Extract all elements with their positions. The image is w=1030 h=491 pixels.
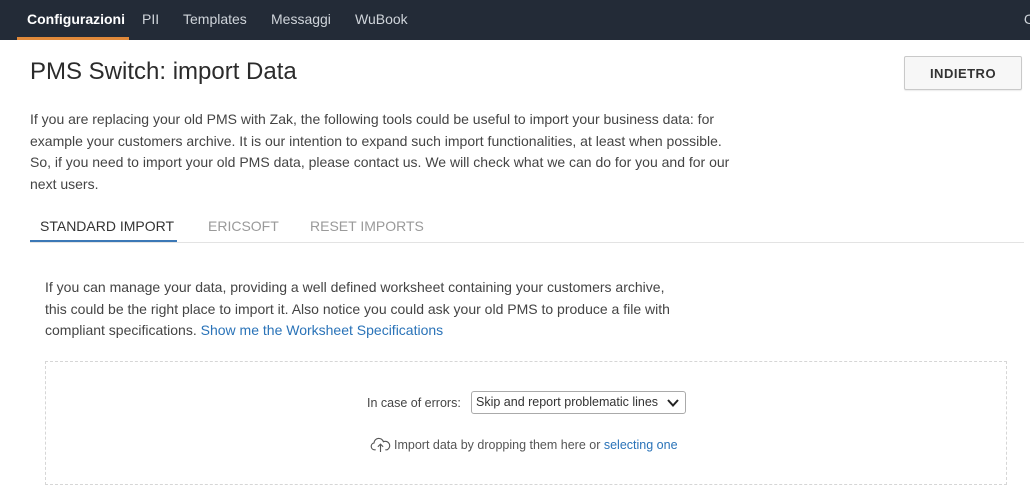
import-tabs: STANDARD IMPORT ERICSOFT RESET IMPORTS — [30, 212, 1024, 243]
worksheet-specifications-link[interactable]: Show me the Worksheet Specifications — [201, 322, 444, 338]
nav-item-configurazioni[interactable]: Configurazioni — [27, 0, 125, 40]
drop-instructions: Import data by dropping them here or sel… — [394, 438, 678, 452]
select-file-link[interactable]: selecting one — [604, 438, 678, 452]
tab-active-indicator — [30, 240, 177, 242]
back-button[interactable]: INDIETRO — [904, 56, 1022, 90]
tab-reset-imports[interactable]: RESET IMPORTS — [310, 212, 424, 242]
file-drop-zone[interactable] — [45, 361, 1007, 485]
tab-ericsoft[interactable]: ERICSOFT — [208, 212, 279, 242]
cloud-upload-icon — [370, 437, 391, 452]
nav-item-templates[interactable]: Templates — [183, 0, 247, 40]
page-title: PMS Switch: import Data — [30, 58, 297, 85]
top-navigation-bar: Configurazioni PII Templates Messaggi Wu… — [0, 0, 1030, 40]
nav-item-messaggi[interactable]: Messaggi — [271, 0, 331, 40]
standard-import-description: If you can manage your data, providing a… — [45, 277, 685, 342]
intro-paragraph: If you are replacing your old PMS with Z… — [30, 111, 730, 192]
errors-label: In case of errors: — [367, 396, 461, 410]
chevron-down-icon — [667, 399, 679, 407]
errors-select[interactable]: Skip and report problematic lines — [471, 391, 686, 414]
drop-text: Import data by dropping them here or — [394, 438, 601, 452]
tab-standard-import[interactable]: STANDARD IMPORT — [40, 212, 174, 242]
nav-item-pii[interactable]: PII — [142, 0, 159, 40]
errors-select-value: Skip and report problematic lines — [476, 395, 659, 409]
nav-item-wubook[interactable]: WuBook — [355, 0, 408, 40]
nav-active-indicator — [17, 37, 129, 40]
nav-item-truncated[interactable]: C — [1024, 0, 1030, 40]
